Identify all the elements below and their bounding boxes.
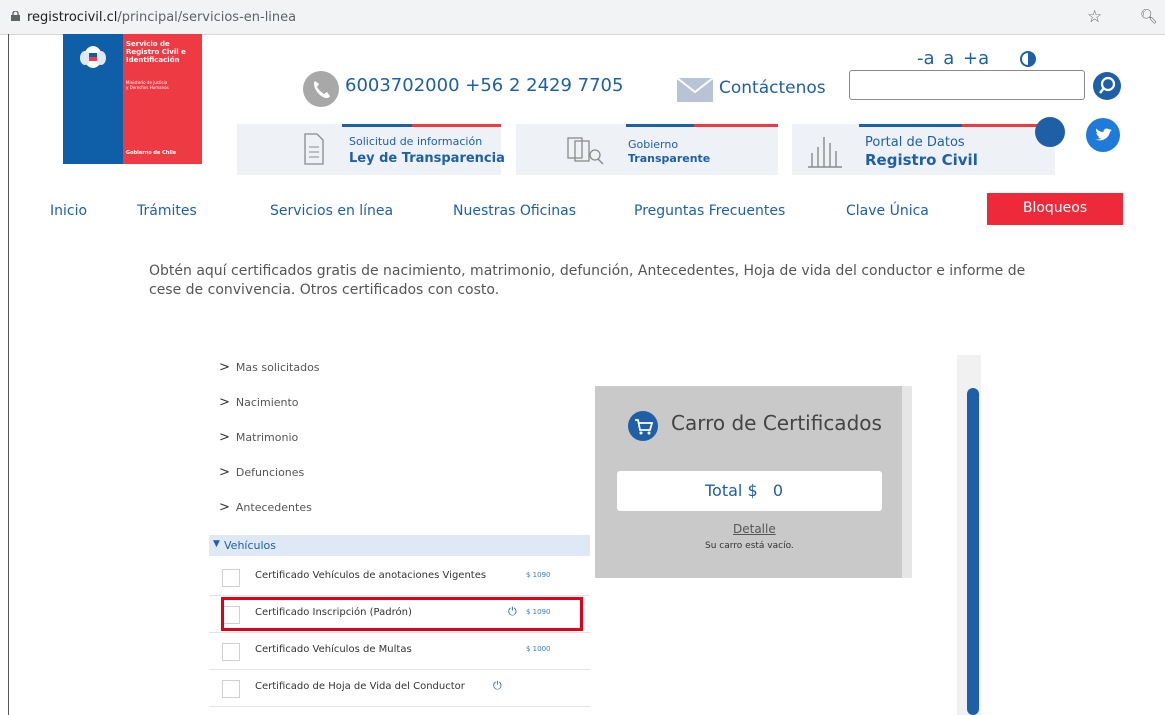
magnifier-document-icon — [567, 137, 604, 165]
logo-line3: Identificación — [126, 56, 180, 64]
nav-clave-unica[interactable]: Clave Única — [846, 203, 929, 219]
chevron-down-icon: ▼ — [213, 539, 220, 549]
chevron-right-icon: > — [219, 360, 230, 375]
nav-tramites[interactable]: Trámites — [137, 203, 197, 219]
url-path: /principal/servicios-en-linea — [117, 10, 297, 25]
category-label: Antecedentes — [235, 501, 312, 514]
certificate-name: Certificado Vehículos de anotaciones Vig… — [255, 570, 487, 581]
chevron-right-icon: > — [219, 500, 230, 515]
category-label: Matrimonio — [235, 431, 299, 444]
twitter-icon[interactable] — [1086, 118, 1120, 152]
category-nacimiento[interactable]: > Nacimiento — [219, 395, 299, 410]
category-vehiculos[interactable]: ▼ Vehículos — [209, 535, 590, 556]
certificate-price: $ 1090 — [526, 571, 551, 579]
site-logo[interactable]: Servicio de Registro Civil e Identificació… — [63, 34, 202, 164]
certificate-checkbox[interactable] — [222, 569, 240, 587]
category-mas-solicitados[interactable]: > Mas solicitados — [219, 360, 320, 375]
phone-number[interactable]: 6003702000 +56 2 2429 7705 — [345, 75, 623, 96]
cart-panel-edge — [902, 386, 912, 578]
category-label: Mas solicitados — [235, 361, 320, 374]
certificate-row[interactable]: Certificado de Hoja de Vida del Conducto… — [209, 670, 590, 707]
transparency-big: Ley de Transparencia — [349, 151, 505, 166]
portal-datos-link[interactable]: Portal de Datos Registro Civil — [792, 124, 1055, 175]
nav-bloqueos[interactable]: Bloqueos — [987, 193, 1123, 225]
logo-bottom: Gobierno de Chile — [126, 150, 177, 156]
gobierno-small: Gobierno — [628, 138, 679, 151]
phone-icon — [303, 71, 339, 107]
nav-nuestras-oficinas[interactable]: Nuestras Oficinas — [453, 203, 576, 219]
transparency-link[interactable]: Solicitud de información Ley de Transpar… — [237, 124, 505, 175]
logo-line1: Servicio de — [126, 40, 170, 48]
search-input[interactable] — [849, 70, 1085, 100]
coat-of-arms-icon — [80, 46, 106, 68]
logo-sub2: y Derechos Humanos — [126, 85, 169, 90]
url-host: registrocivil.cl — [27, 10, 118, 25]
search-button[interactable] — [1093, 72, 1121, 100]
transparency-small: Solicitud de información — [349, 135, 483, 148]
certificate-checkbox[interactable] — [222, 643, 240, 661]
chevron-right-icon: > — [219, 395, 230, 410]
window-edge — [8, 34, 9, 715]
document-icon — [304, 133, 324, 165]
category-matrimonio[interactable]: > Matrimonio — [219, 430, 298, 445]
cart-total-box: Total $ 0 — [617, 471, 882, 511]
bookmark-star-icon[interactable]: ☆ — [1087, 7, 1102, 27]
accent-bar — [694, 124, 778, 127]
cart-title: Carro de Certificados — [671, 411, 882, 435]
nav-inicio[interactable]: Inicio — [50, 203, 87, 219]
power-icon: ⏻ — [493, 679, 502, 692]
highlight-box — [221, 597, 583, 631]
portal-big: Registro Civil — [865, 151, 978, 169]
font-size-controls: -a a +a — [917, 48, 992, 69]
cart-empty-message: Su carro está vacío. — [705, 541, 794, 551]
cart-total: Total $ 0 — [705, 481, 783, 500]
cart-total-value: 0 — [772, 481, 784, 500]
font-decrease-button[interactable]: -a — [917, 48, 935, 69]
shopping-cart-icon — [628, 411, 658, 441]
search-extension-icon[interactable]: 🔍︎ — [1140, 9, 1158, 25]
nav-preguntas-frecuentes[interactable]: Preguntas Frecuentes — [634, 203, 785, 219]
gobierno-transparente-link[interactable]: Gobierno Transparente — [516, 124, 778, 175]
certificate-name: Certificado Vehículos de Multas — [255, 644, 412, 655]
category-antecedentes[interactable]: > Antecedentes — [219, 500, 312, 515]
lock-icon — [11, 11, 20, 21]
search-icon — [1099, 76, 1116, 94]
chevron-right-icon: > — [219, 430, 230, 445]
certificate-row[interactable]: Certificado Vehículos de Multas $ 1000 — [209, 633, 590, 670]
gobierno-big: Transparente — [628, 152, 711, 165]
chevron-right-icon: > — [219, 465, 230, 480]
accent-bar — [412, 124, 501, 127]
portal-small: Portal de Datos — [865, 135, 965, 150]
category-defunciones[interactable]: > Defunciones — [219, 465, 304, 480]
font-increase-button[interactable]: +a — [963, 48, 989, 69]
category-label: Nacimiento — [235, 396, 299, 409]
url-text[interactable]: registrocivil.cl/principal/servicios-en-… — [27, 10, 296, 25]
certificate-checkbox[interactable] — [222, 680, 240, 698]
facebook-icon[interactable] — [1035, 117, 1065, 147]
contact-link[interactable]: Contáctenos — [719, 78, 826, 98]
scrollbar-thumb[interactable] — [967, 388, 979, 715]
contrast-icon[interactable] — [1020, 51, 1036, 67]
cart-detail-link[interactable]: Detalle — [733, 522, 776, 536]
certificate-name: Certificado de Hoja de Vida del Conducto… — [255, 681, 465, 692]
cart-total-label: Total $ — [705, 481, 758, 500]
category-label: Vehículos — [224, 539, 277, 552]
font-normal-button[interactable]: a — [943, 48, 954, 69]
category-label: Defunciones — [235, 466, 305, 479]
logo-line2: Registro Civil e — [126, 48, 186, 56]
certificate-row[interactable]: Certificado Vehículos de anotaciones Vig… — [209, 559, 590, 596]
nav-servicios-en-linea[interactable]: Servicios en línea — [270, 203, 393, 219]
intro-text: Obtén aquí certificados gratis de nacimi… — [149, 263, 1026, 298]
mail-icon — [677, 78, 713, 102]
certificate-price: $ 1000 — [526, 645, 551, 653]
bar-chart-icon — [808, 137, 842, 168]
